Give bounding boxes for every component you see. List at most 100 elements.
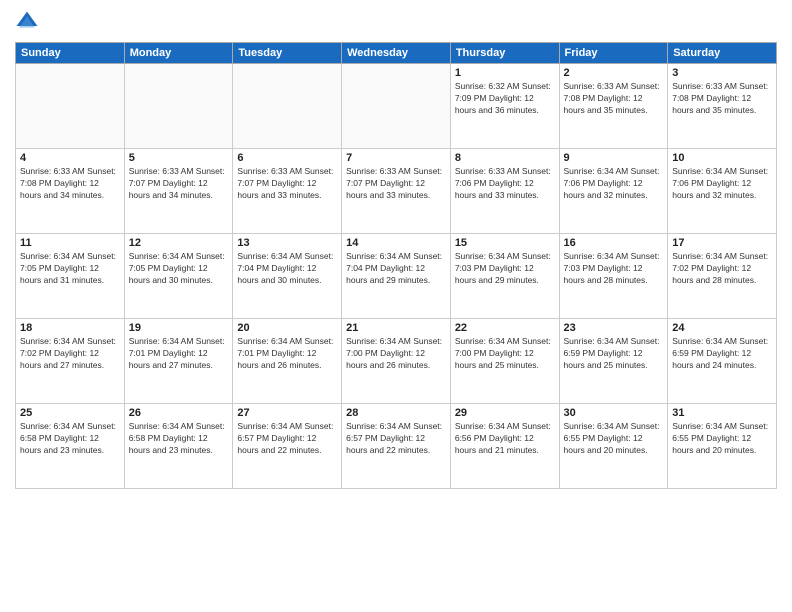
calendar-cell: 21 Sunrise: 6:34 AM Sunset: 7:00 PM Dayli… xyxy=(342,319,451,404)
calendar-cell: 23 Sunrise: 6:34 AM Sunset: 6:59 PM Dayli… xyxy=(559,319,668,404)
week-row-1: 1 Sunrise: 6:32 AM Sunset: 7:09 PM Daylig… xyxy=(16,64,777,149)
day-number: 14 xyxy=(346,237,446,249)
day-number: 12 xyxy=(129,237,229,249)
day-info: Sunrise: 6:32 AM Sunset: 7:09 PM Dayligh… xyxy=(455,81,555,117)
day-header-saturday: Saturday xyxy=(668,43,777,64)
day-info: Sunrise: 6:34 AM Sunset: 7:06 PM Dayligh… xyxy=(672,166,772,202)
day-number: 1 xyxy=(455,67,555,79)
day-header-thursday: Thursday xyxy=(450,43,559,64)
logo xyxy=(15,10,43,34)
calendar: SundayMondayTuesdayWednesdayThursdayFrid… xyxy=(15,42,777,489)
calendar-cell: 4 Sunrise: 6:33 AM Sunset: 7:08 PM Daylig… xyxy=(16,149,125,234)
day-number: 25 xyxy=(20,407,120,419)
day-number: 18 xyxy=(20,322,120,334)
day-info: Sunrise: 6:34 AM Sunset: 6:55 PM Dayligh… xyxy=(672,421,772,457)
day-info: Sunrise: 6:34 AM Sunset: 7:02 PM Dayligh… xyxy=(20,336,120,372)
calendar-cell: 16 Sunrise: 6:34 AM Sunset: 7:03 PM Dayli… xyxy=(559,234,668,319)
day-number: 28 xyxy=(346,407,446,419)
calendar-cell: 3Sunrise: 6:33 AM Sunset: 7:08 PM Daylig… xyxy=(668,64,777,149)
calendar-cell: 24Sunrise: 6:34 AM Sunset: 6:59 PM Dayli… xyxy=(668,319,777,404)
day-info: Sunrise: 6:34 AM Sunset: 7:00 PM Dayligh… xyxy=(455,336,555,372)
day-info: Sunrise: 6:33 AM Sunset: 7:07 PM Dayligh… xyxy=(237,166,337,202)
calendar-cell: 29 Sunrise: 6:34 AM Sunset: 6:56 PM Dayli… xyxy=(450,404,559,489)
day-info: Sunrise: 6:34 AM Sunset: 7:03 PM Dayligh… xyxy=(564,251,664,287)
day-info: Sunrise: 6:34 AM Sunset: 7:06 PM Dayligh… xyxy=(564,166,664,202)
week-row-3: 11 Sunrise: 6:34 AM Sunset: 7:05 PM Dayli… xyxy=(16,234,777,319)
calendar-cell: 25 Sunrise: 6:34 AM Sunset: 6:58 PM Dayli… xyxy=(16,404,125,489)
day-info: Sunrise: 6:34 AM Sunset: 6:57 PM Dayligh… xyxy=(237,421,337,457)
day-number: 21 xyxy=(346,322,446,334)
calendar-cell: 1 Sunrise: 6:32 AM Sunset: 7:09 PM Daylig… xyxy=(450,64,559,149)
calendar-header: SundayMondayTuesdayWednesdayThursdayFrid… xyxy=(16,43,777,64)
logo-icon xyxy=(15,10,39,34)
day-info: Sunrise: 6:34 AM Sunset: 7:01 PM Dayligh… xyxy=(129,336,229,372)
day-header-wednesday: Wednesday xyxy=(342,43,451,64)
day-info: Sunrise: 6:34 AM Sunset: 7:02 PM Dayligh… xyxy=(672,251,772,287)
day-info: Sunrise: 6:34 AM Sunset: 7:03 PM Dayligh… xyxy=(455,251,555,287)
calendar-body: 1 Sunrise: 6:32 AM Sunset: 7:09 PM Daylig… xyxy=(16,64,777,489)
day-info: Sunrise: 6:34 AM Sunset: 7:00 PM Dayligh… xyxy=(346,336,446,372)
calendar-cell: 8 Sunrise: 6:33 AM Sunset: 7:06 PM Daylig… xyxy=(450,149,559,234)
calendar-cell: 14 Sunrise: 6:34 AM Sunset: 7:04 PM Dayli… xyxy=(342,234,451,319)
day-info: Sunrise: 6:33 AM Sunset: 7:08 PM Dayligh… xyxy=(20,166,120,202)
calendar-cell: 10 Sunrise: 6:34 AM Sunset: 7:06 PM Dayli… xyxy=(668,149,777,234)
calendar-cell: 6 Sunrise: 6:33 AM Sunset: 7:07 PM Daylig… xyxy=(233,149,342,234)
calendar-cell: 11 Sunrise: 6:34 AM Sunset: 7:05 PM Dayli… xyxy=(16,234,125,319)
day-number: 19 xyxy=(129,322,229,334)
calendar-cell: 9 Sunrise: 6:34 AM Sunset: 7:06 PM Daylig… xyxy=(559,149,668,234)
day-number: 17 xyxy=(672,237,772,249)
day-number: 11 xyxy=(20,237,120,249)
calendar-cell: 22 Sunrise: 6:34 AM Sunset: 7:00 PM Dayli… xyxy=(450,319,559,404)
day-number: 24 xyxy=(672,322,772,334)
day-info: Sunrise: 6:34 AM Sunset: 6:59 PM Dayligh… xyxy=(564,336,664,372)
calendar-cell: 28Sunrise: 6:34 AM Sunset: 6:57 PM Dayli… xyxy=(342,404,451,489)
calendar-cell: 27 Sunrise: 6:34 AM Sunset: 6:57 PM Dayli… xyxy=(233,404,342,489)
day-number: 26 xyxy=(129,407,229,419)
day-info: Sunrise: 6:34 AM Sunset: 7:04 PM Dayligh… xyxy=(237,251,337,287)
day-number: 29 xyxy=(455,407,555,419)
day-number: 8 xyxy=(455,152,555,164)
day-number: 27 xyxy=(237,407,337,419)
day-info: Sunrise: 6:34 AM Sunset: 6:55 PM Dayligh… xyxy=(564,421,664,457)
calendar-cell: 13 Sunrise: 6:34 AM Sunset: 7:04 PM Dayli… xyxy=(233,234,342,319)
day-number: 6 xyxy=(237,152,337,164)
day-number: 23 xyxy=(564,322,664,334)
day-info: Sunrise: 6:34 AM Sunset: 6:58 PM Dayligh… xyxy=(129,421,229,457)
day-info: Sunrise: 6:34 AM Sunset: 6:56 PM Dayligh… xyxy=(455,421,555,457)
calendar-cell: 31Sunrise: 6:34 AM Sunset: 6:55 PM Dayli… xyxy=(668,404,777,489)
day-info: Sunrise: 6:33 AM Sunset: 7:06 PM Dayligh… xyxy=(455,166,555,202)
calendar-cell xyxy=(124,64,233,149)
calendar-cell xyxy=(16,64,125,149)
calendar-cell xyxy=(342,64,451,149)
page: SundayMondayTuesdayWednesdayThursdayFrid… xyxy=(0,0,792,612)
day-header-row: SundayMondayTuesdayWednesdayThursdayFrid… xyxy=(16,43,777,64)
day-number: 3 xyxy=(672,67,772,79)
day-number: 30 xyxy=(564,407,664,419)
day-number: 9 xyxy=(564,152,664,164)
day-info: Sunrise: 6:34 AM Sunset: 7:01 PM Dayligh… xyxy=(237,336,337,372)
calendar-cell xyxy=(233,64,342,149)
day-number: 15 xyxy=(455,237,555,249)
day-info: Sunrise: 6:33 AM Sunset: 7:08 PM Dayligh… xyxy=(564,81,664,117)
day-info: Sunrise: 6:33 AM Sunset: 7:07 PM Dayligh… xyxy=(346,166,446,202)
day-info: Sunrise: 6:34 AM Sunset: 7:05 PM Dayligh… xyxy=(129,251,229,287)
day-number: 20 xyxy=(237,322,337,334)
header xyxy=(15,10,777,34)
calendar-cell: 18 Sunrise: 6:34 AM Sunset: 7:02 PM Dayli… xyxy=(16,319,125,404)
day-info: Sunrise: 6:34 AM Sunset: 7:04 PM Dayligh… xyxy=(346,251,446,287)
day-number: 13 xyxy=(237,237,337,249)
day-number: 10 xyxy=(672,152,772,164)
day-header-friday: Friday xyxy=(559,43,668,64)
day-number: 16 xyxy=(564,237,664,249)
day-number: 22 xyxy=(455,322,555,334)
calendar-cell: 19 Sunrise: 6:34 AM Sunset: 7:01 PM Dayli… xyxy=(124,319,233,404)
day-number: 4 xyxy=(20,152,120,164)
day-info: Sunrise: 6:34 AM Sunset: 7:05 PM Dayligh… xyxy=(20,251,120,287)
day-number: 7 xyxy=(346,152,446,164)
week-row-5: 25 Sunrise: 6:34 AM Sunset: 6:58 PM Dayli… xyxy=(16,404,777,489)
calendar-cell: 12 Sunrise: 6:34 AM Sunset: 7:05 PM Dayli… xyxy=(124,234,233,319)
calendar-cell: 20 Sunrise: 6:34 AM Sunset: 7:01 PM Dayli… xyxy=(233,319,342,404)
day-number: 5 xyxy=(129,152,229,164)
day-info: Sunrise: 6:34 AM Sunset: 6:58 PM Dayligh… xyxy=(20,421,120,457)
week-row-4: 18 Sunrise: 6:34 AM Sunset: 7:02 PM Dayli… xyxy=(16,319,777,404)
